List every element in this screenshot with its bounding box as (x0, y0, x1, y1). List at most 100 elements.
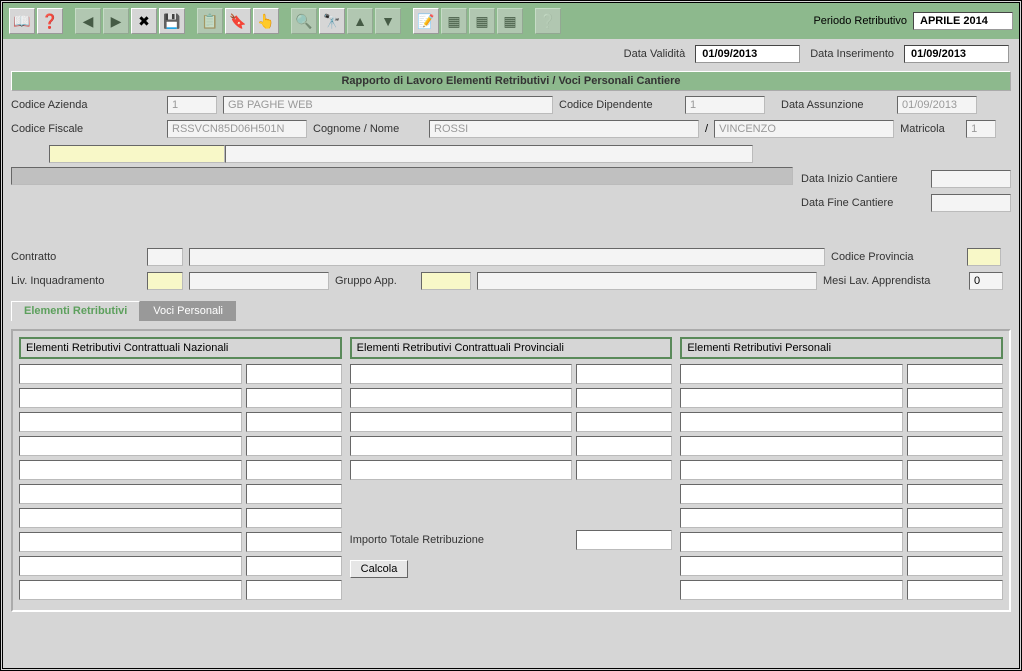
close-icon[interactable]: ✖ (131, 8, 157, 34)
prov-desc[interactable] (350, 364, 573, 384)
naz-desc[interactable] (19, 484, 242, 504)
liv-desc (189, 272, 329, 290)
liv-code[interactable] (147, 272, 183, 290)
cantiere-inizio-label: Data Inizio Cantiere (801, 173, 898, 185)
pers-desc[interactable] (680, 580, 903, 600)
pers-val[interactable] (907, 484, 1003, 504)
calcola-button[interactable]: Calcola (350, 560, 409, 578)
mesi-value[interactable]: 0 (969, 272, 1003, 290)
gray-bar (11, 167, 793, 185)
hand-icon[interactable]: 👆 (253, 8, 279, 34)
provincia-value[interactable] (967, 248, 1001, 266)
prov-desc[interactable] (350, 460, 573, 480)
pers-desc[interactable] (680, 460, 903, 480)
pers-desc[interactable] (680, 484, 903, 504)
pers-val[interactable] (907, 388, 1003, 408)
pers-val[interactable] (907, 556, 1003, 576)
pers-val[interactable] (907, 412, 1003, 432)
inserimento-value: 01/09/2013 (904, 45, 1009, 63)
naz-val[interactable] (246, 484, 342, 504)
tab-elementi[interactable]: Elementi Retributivi (11, 301, 140, 321)
prov-desc[interactable] (350, 388, 573, 408)
naz-desc[interactable] (19, 436, 242, 456)
naz-desc[interactable] (19, 460, 242, 480)
code-desc (225, 145, 753, 163)
binoc-icon[interactable]: 🔭 (319, 8, 345, 34)
save-icon[interactable]: 💾 (159, 8, 185, 34)
naz-val[interactable] (246, 580, 342, 600)
pers-val[interactable] (907, 364, 1003, 384)
importo-value[interactable] (576, 530, 672, 550)
naz-val[interactable] (246, 364, 342, 384)
prov-val[interactable] (576, 460, 672, 480)
tag-icon[interactable]: 🔖 (225, 8, 251, 34)
codice-dipendente-value: 1 (685, 96, 765, 114)
back-icon[interactable]: ◀ (75, 8, 101, 34)
hint-icon[interactable]: ❓ (37, 8, 63, 34)
pers-val[interactable] (907, 532, 1003, 552)
naz-val[interactable] (246, 388, 342, 408)
naz-val[interactable] (246, 508, 342, 528)
naz-desc[interactable] (19, 580, 242, 600)
col-personali: Elementi Retributivi Personali (680, 337, 1003, 604)
prov-val[interactable] (576, 436, 672, 456)
prov-val[interactable] (576, 388, 672, 408)
grid3-icon[interactable]: ▦ (497, 8, 523, 34)
note-icon[interactable]: 📝 (413, 8, 439, 34)
naz-val[interactable] (246, 532, 342, 552)
pers-desc[interactable] (680, 508, 903, 528)
col-personali-head: Elementi Retributivi Personali (680, 337, 1003, 359)
pers-val[interactable] (907, 508, 1003, 528)
up-icon[interactable]: ▲ (347, 8, 373, 34)
pers-desc[interactable] (680, 364, 903, 384)
app-window: 📖 ❓ ◀ ▶ ✖ 💾 📋 🔖 👆 🔍 🔭 ▲ ▼ 📝 ▦ ▦ ▦ ❔ Peri… (0, 0, 1022, 671)
about-icon[interactable]: ❔ (535, 8, 561, 34)
cantiere-inizio-row: Data Inizio Cantiere (801, 167, 1011, 191)
contratto-label: Contratto (11, 251, 141, 263)
provincia-label: Codice Provincia (831, 251, 961, 263)
naz-desc[interactable] (19, 412, 242, 432)
naz-val[interactable] (246, 460, 342, 480)
gruppo-code[interactable] (421, 272, 471, 290)
naz-desc[interactable] (19, 364, 242, 384)
prov-desc[interactable] (350, 436, 573, 456)
cognome-value: ROSSI (429, 120, 699, 138)
down-icon[interactable]: ▼ (375, 8, 401, 34)
grid1-icon[interactable]: ▦ (441, 8, 467, 34)
prov-desc[interactable] (350, 412, 573, 432)
pers-val[interactable] (907, 436, 1003, 456)
pers-desc[interactable] (680, 556, 903, 576)
naz-desc[interactable] (19, 508, 242, 528)
help-icon[interactable]: 📖 (9, 8, 35, 34)
toolbar: 📖 ❓ ◀ ▶ ✖ 💾 📋 🔖 👆 🔍 🔭 ▲ ▼ 📝 ▦ ▦ ▦ ❔ Peri… (3, 3, 1019, 39)
pers-val[interactable] (907, 460, 1003, 480)
contratto-code[interactable] (147, 248, 183, 266)
tab-voci[interactable]: Voci Personali (140, 301, 236, 321)
code-input[interactable] (49, 145, 225, 163)
fwd-icon[interactable]: ▶ (103, 8, 129, 34)
code-bar (49, 145, 1011, 163)
naz-val[interactable] (246, 412, 342, 432)
cantiere-inizio-value (931, 170, 1011, 188)
pers-desc[interactable] (680, 436, 903, 456)
gruppo-desc (477, 272, 817, 290)
codice-dipendente-label: Codice Dipendente (559, 99, 679, 111)
prov-val[interactable] (576, 364, 672, 384)
grid2-icon[interactable]: ▦ (469, 8, 495, 34)
naz-val[interactable] (246, 436, 342, 456)
pers-desc[interactable] (680, 532, 903, 552)
pers-desc[interactable] (680, 412, 903, 432)
period-value: APRILE 2014 (913, 12, 1013, 30)
naz-desc[interactable] (19, 532, 242, 552)
pers-val[interactable] (907, 580, 1003, 600)
contratto-desc (189, 248, 825, 266)
prov-val[interactable] (576, 412, 672, 432)
log-icon[interactable]: 📋 (197, 8, 223, 34)
period-label: Periodo Retributivo (813, 15, 907, 27)
naz-desc[interactable] (19, 388, 242, 408)
naz-val[interactable] (246, 556, 342, 576)
naz-desc[interactable] (19, 556, 242, 576)
search-icon[interactable]: 🔍 (291, 8, 317, 34)
cantiere-block: Data Inizio Cantiere Data Fine Cantiere (11, 167, 1011, 215)
pers-desc[interactable] (680, 388, 903, 408)
